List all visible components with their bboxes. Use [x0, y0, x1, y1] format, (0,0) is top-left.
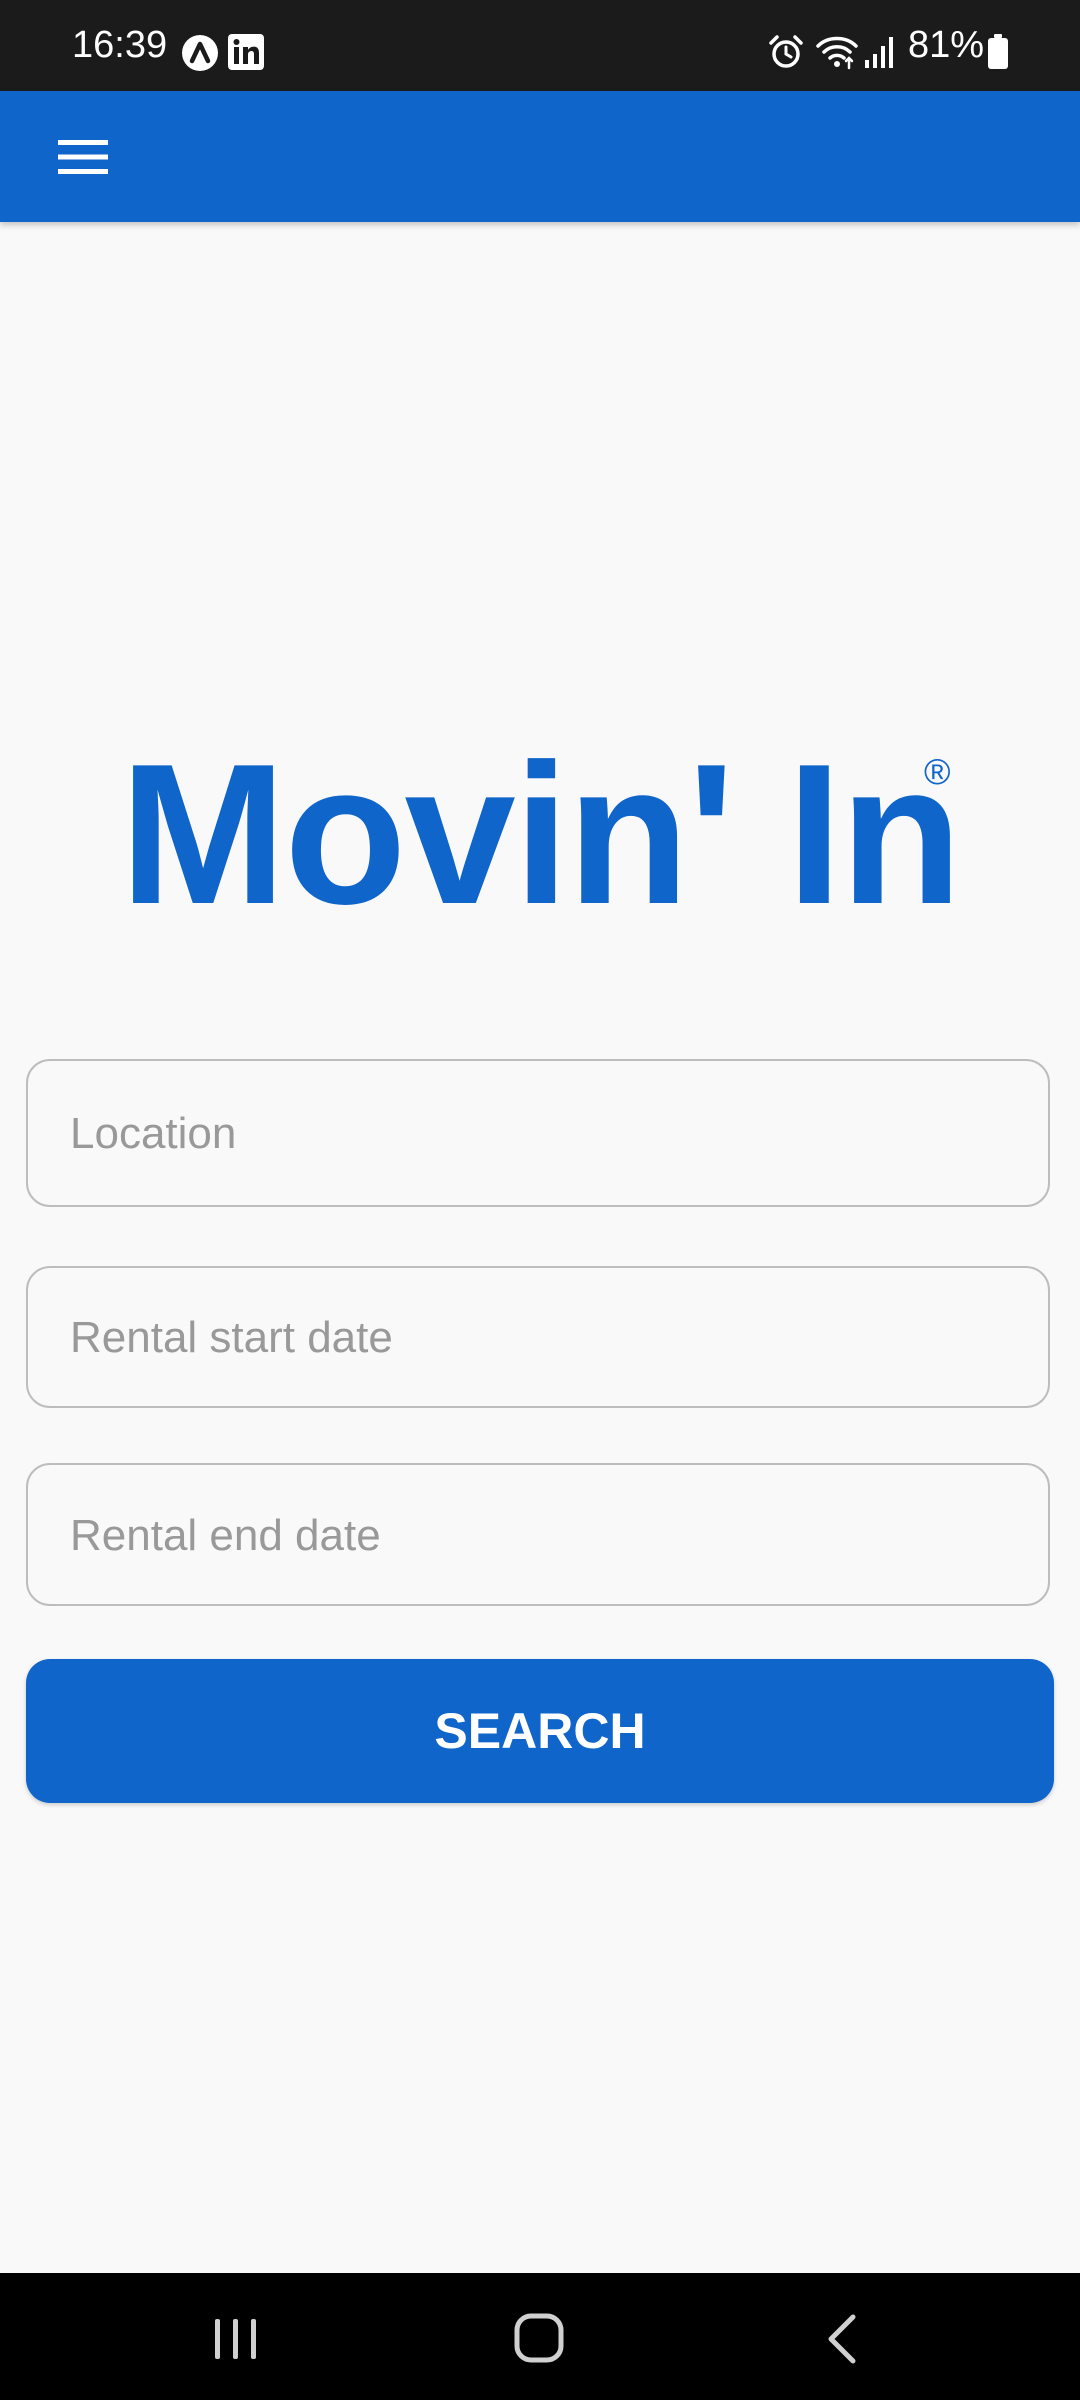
back-icon — [828, 2314, 856, 2364]
rental-end-date-field[interactable] — [26, 1463, 1050, 1606]
app-bar — [0, 91, 1080, 222]
status-bar: 16:39 81% — [0, 0, 1080, 91]
registered-mark: ® — [924, 751, 951, 792]
recent-apps-icon — [215, 2319, 256, 2359]
search-button[interactable]: SEARCH — [26, 1659, 1054, 1803]
menu-button[interactable] — [38, 121, 130, 193]
signal-icon — [865, 37, 893, 68]
status-time: 16:39 — [72, 24, 168, 66]
brand-logo: Movin' In — [119, 723, 963, 946]
alarm-icon — [769, 35, 803, 68]
linkedin-icon — [228, 34, 264, 70]
battery-icon — [988, 34, 1008, 69]
home-icon — [514, 2313, 564, 2363]
system-nav-bar — [0, 2273, 1080, 2400]
location-field[interactable] — [26, 1059, 1050, 1207]
rental-start-date-input[interactable] — [68, 1268, 1024, 1408]
battery-percent: 81% — [908, 24, 985, 66]
back-button[interactable] — [780, 2297, 900, 2377]
recent-apps-button[interactable] — [176, 2297, 296, 2377]
home-button[interactable] — [478, 2297, 598, 2377]
rental-start-date-field[interactable] — [26, 1266, 1050, 1408]
location-input[interactable] — [68, 1061, 1024, 1207]
wifi-icon — [816, 36, 858, 70]
rental-end-date-input[interactable] — [68, 1465, 1024, 1606]
hamburger-menu-icon — [58, 140, 108, 174]
navigation-arrow-icon — [182, 35, 218, 71]
